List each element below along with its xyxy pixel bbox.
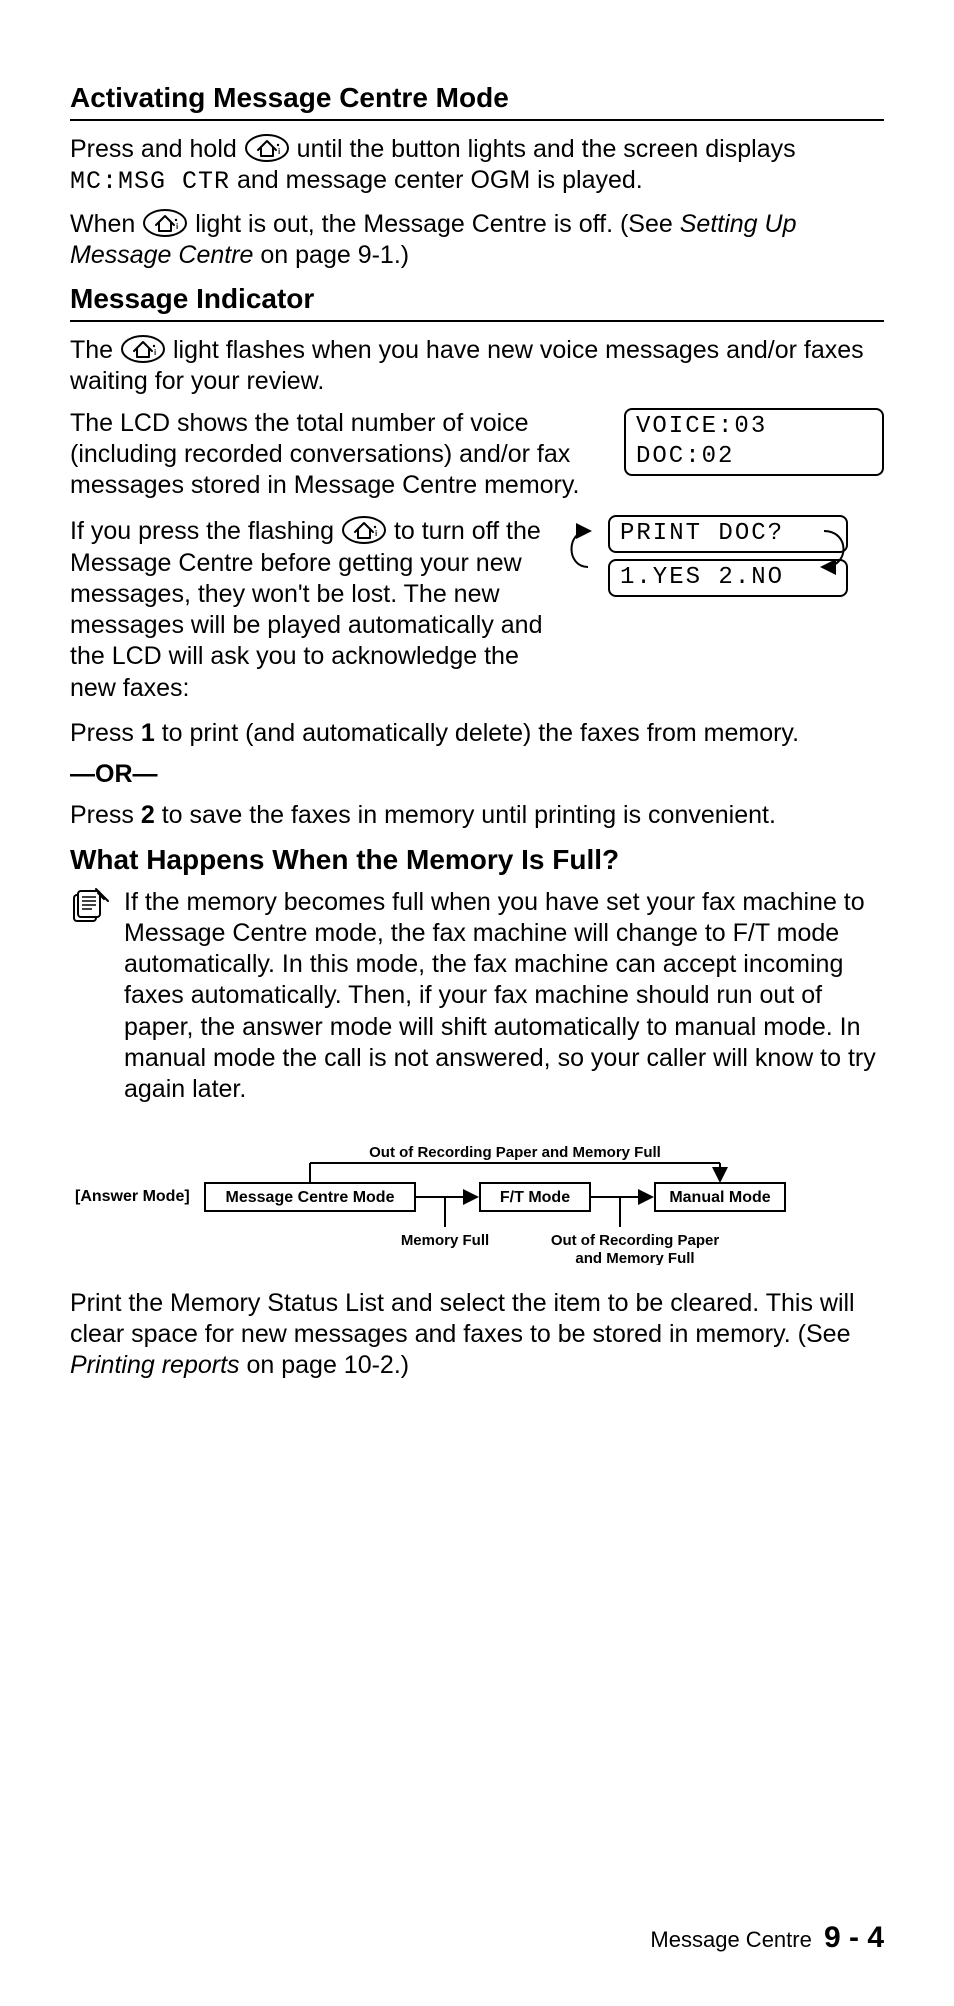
lcd-display: PRINT DOC? [608,515,848,553]
note-text: If the memory becomes full when you have… [124,887,884,1106]
text-fragment: on page 10-2.) [240,1351,410,1379]
text-fragment: Press [70,719,141,747]
diagram-top-label: Out of Recording Paper and Memory Full [369,1144,661,1161]
text-fragment: When [70,210,142,238]
text-with-lcd-row: If you press the flashing i to turn off … [70,515,884,714]
footer-chapter: Message Centre [650,1927,811,1952]
diagram-mid-label: Memory Full [401,1232,489,1249]
section-heading-memoryfull: What Happens When the Memory Is Full? [70,842,884,877]
note-block: If the memory becomes full when you have… [70,887,884,1116]
text-with-lcd-row: The LCD shows the total number of voice … [70,408,884,512]
page-footer: Message Centre 9 - 4 [650,1919,884,1957]
diagram-right-label-line1: Out of Recording Paper [551,1232,720,1249]
or-separator: —OR— [70,759,884,790]
svg-text:i: i [375,529,377,538]
lcd-container: VOICE:03 DOC:02 [624,408,884,476]
note-icon [70,887,110,927]
paragraph: The i light flashes when you have new vo… [70,334,884,398]
text-fragment: and message center OGM is played. [230,166,643,194]
lcd-display: VOICE:03 DOC:02 [624,408,884,476]
mode-flow-diagram: [Answer Mode] Message Centre Mode F/T Mo… [70,1135,890,1265]
paragraph: Press 1 to print (and automatically dele… [70,718,884,749]
text-fragment: Press and hold [70,135,244,163]
document-page: Activating Message Centre Mode Press and… [0,0,954,2006]
paragraph: The LCD shows the total number of voice … [70,408,584,502]
lcd-display: 1.YES 2.NO [608,559,848,597]
diagram-box-manual-mode: Manual Mode [669,1189,770,1206]
paragraph: If you press the flashing i to turn off … [70,515,544,704]
paragraph: Press and hold i until the button lights… [70,133,884,198]
svg-text:i: i [154,348,156,357]
diagram-right-label-line2: and Memory Full [575,1250,694,1265]
text-fragment: Print the Memory Status List and select … [70,1289,855,1348]
diagram-box-mc-mode: Message Centre Mode [226,1189,395,1206]
lcd-stack: PRINT DOC? 1.YES 2.NO [584,515,884,597]
code-text: MC:MSG CTR [70,167,230,196]
svg-text:i: i [278,147,280,156]
text-fragment: to save the faxes in memory until printi… [155,801,776,829]
paragraph: Print the Memory Status List and select … [70,1288,884,1382]
text-fragment: light flashes when you have new voice me… [70,336,864,395]
key-label: 2 [141,801,155,829]
text-fragment: on page 9-1.) [260,241,409,269]
footer-page-number: 9 - 4 [824,1921,884,1954]
home-icon: i [341,515,387,545]
cross-reference: Printing reports [70,1351,240,1379]
text-fragment: The [70,336,120,364]
key-label: 1 [141,719,155,747]
section-heading-indicator: Message Indicator [70,281,884,322]
paragraph: Press 2 to save the faxes in memory unti… [70,800,884,831]
paragraph: When i light is out, the Message Centre … [70,208,884,272]
text-fragment: to print (and automatically delete) the … [155,719,799,747]
diagram-box-ft-mode: F/T Mode [500,1189,570,1206]
diagram-label-answer-mode: [Answer Mode] [75,1188,190,1205]
home-icon: i [120,334,166,364]
home-icon: i [142,208,188,238]
section-heading-activating: Activating Message Centre Mode [70,80,884,121]
home-icon: i [244,133,290,163]
text-fragment: Press [70,801,141,829]
svg-text:i: i [176,222,178,231]
text-fragment: If you press the flashing [70,517,341,545]
text-fragment: light is out, the Message Centre is off.… [195,210,680,238]
text-fragment: until the button lights and the screen d… [297,135,796,163]
